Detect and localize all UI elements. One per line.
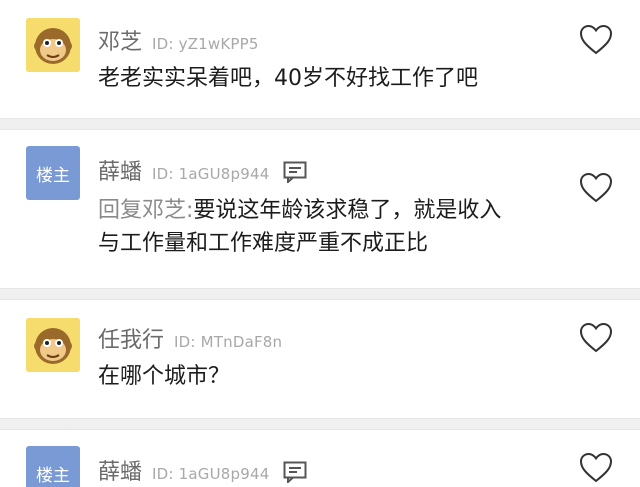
comment-text: 老老实实呆着吧，40岁不好找工作了吧 [98, 62, 478, 95]
username[interactable]: 邓芝 [98, 24, 142, 56]
separator [0, 288, 640, 300]
comment-text: 在哪个城市？ [98, 360, 230, 393]
owner-avatar[interactable]: 楼主 [26, 446, 80, 487]
comment-text: 回复邓芝:要说这年龄该求稳了，就是收入 与工作量和工作难度严重不成正比 [98, 194, 501, 260]
heart-icon[interactable] [578, 320, 614, 356]
user-id: ID: yZ1wKPP5 [152, 35, 259, 53]
comment-item: 楼主 薛蟠 ID: 1aGU8p944 回复邓芝:要说这年龄该求稳了，就是收入 … [0, 130, 640, 288]
user-id: ID: 1aGU8p944 [152, 465, 270, 483]
heart-icon[interactable] [578, 22, 614, 58]
owner-avatar[interactable]: 楼主 [26, 146, 80, 200]
owner-badge: 楼主 [26, 146, 80, 200]
report-icon[interactable] [283, 461, 307, 483]
user-id: ID: 1aGU8p944 [152, 165, 270, 183]
separator [0, 118, 640, 130]
username[interactable]: 薛蟠 [98, 454, 142, 486]
heart-icon[interactable] [578, 450, 614, 486]
comment-meta: 邓芝 ID: yZ1wKPP5 [98, 24, 259, 56]
comment-line: 在哪个城市？ [98, 364, 231, 389]
comment-line: 老老实实呆着吧，40岁不好找工作了吧 [98, 66, 478, 91]
comment-line: 与工作量和工作难度严重不成正比 [98, 231, 429, 256]
comment-meta: 薛蟠 ID: 1aGU8p944 [98, 454, 307, 486]
user-avatar[interactable] [26, 18, 80, 72]
user-avatar[interactable] [26, 318, 80, 372]
username[interactable]: 任我行 [98, 322, 164, 354]
owner-badge: 楼主 [26, 446, 80, 487]
user-id: ID: MTnDaF8n [174, 333, 283, 351]
comment-item: 任我行 ID: MTnDaF8n 在哪个城市？ [0, 300, 640, 418]
report-icon[interactable] [283, 161, 307, 183]
separator [0, 418, 640, 430]
comment-line: 要说这年龄该求稳了，就是收入 [193, 198, 502, 223]
comment-meta: 任我行 ID: MTnDaF8n [98, 322, 282, 354]
monkey-avatar-icon [26, 18, 80, 72]
comment-item: 楼主 薛蟠 ID: 1aGU8p944 [0, 430, 640, 487]
reply-prefix[interactable]: 回复邓芝: [98, 198, 193, 223]
comment-item: 邓芝 ID: yZ1wKPP5 老老实实呆着吧，40岁不好找工作了吧 [0, 0, 640, 118]
comment-meta: 薛蟠 ID: 1aGU8p944 [98, 154, 307, 186]
username[interactable]: 薛蟠 [98, 154, 142, 186]
monkey-avatar-icon [26, 318, 80, 372]
heart-icon[interactable] [578, 170, 614, 206]
